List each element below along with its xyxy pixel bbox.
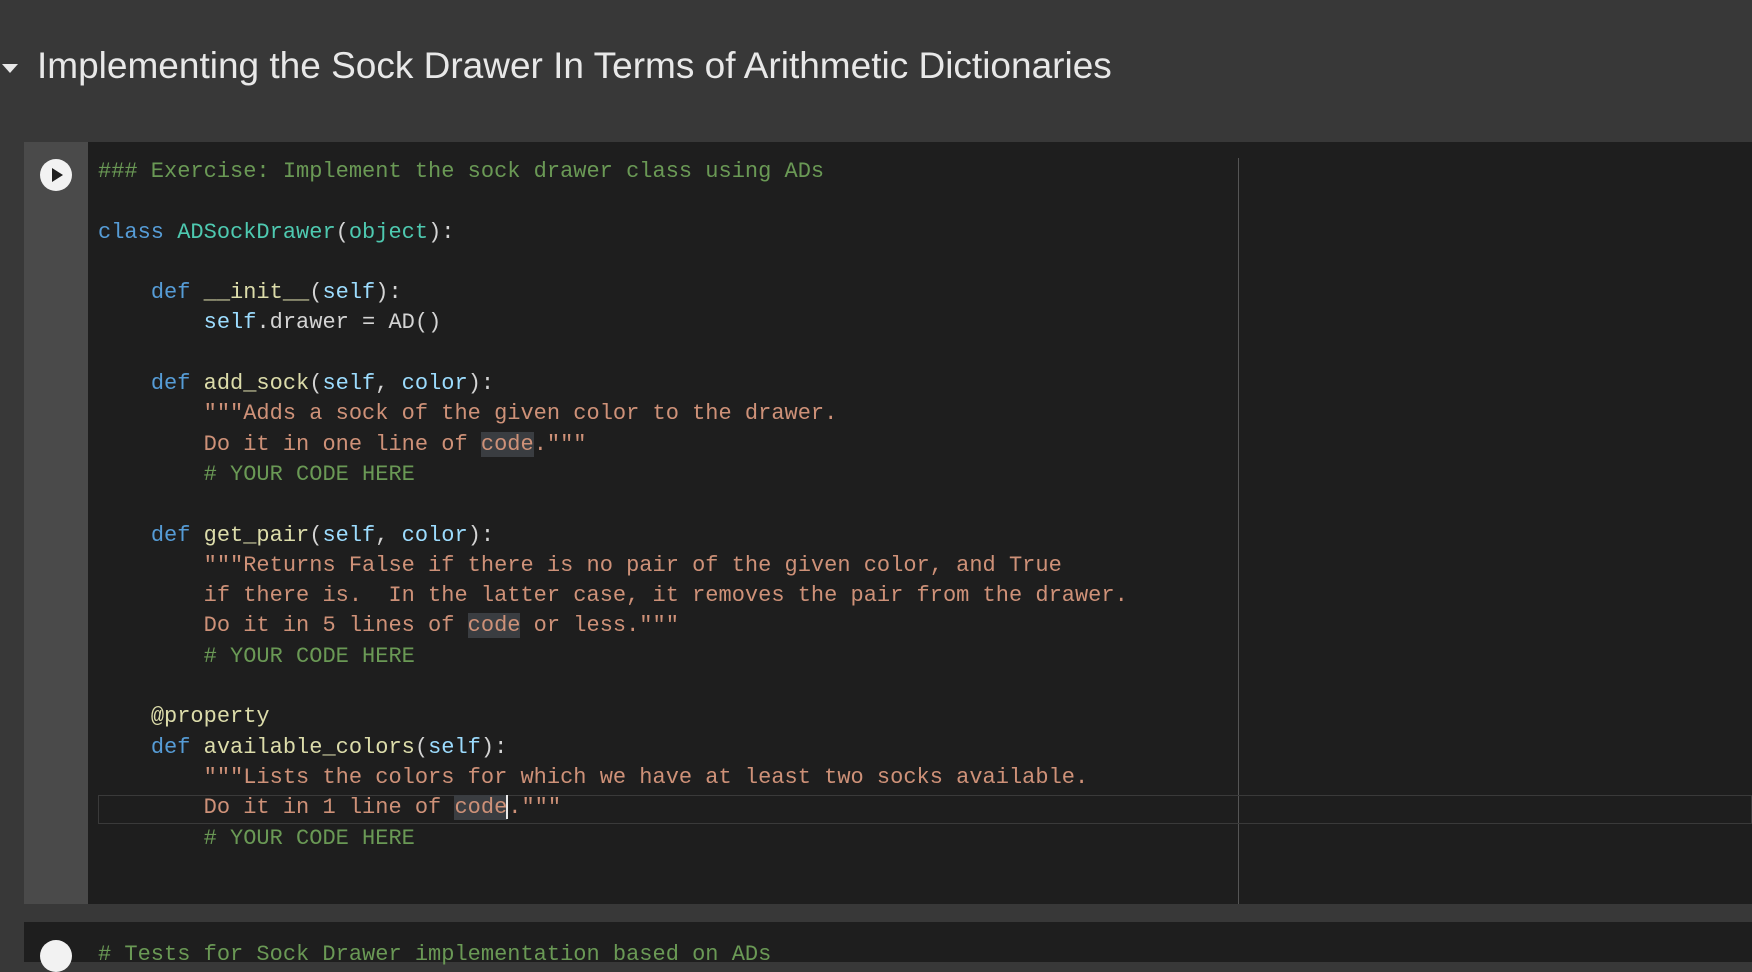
- code-line[interactable]: def add_sock(self, color):: [98, 369, 1128, 399]
- code-line[interactable]: [98, 187, 1128, 217]
- next-code-cell[interactable]: # Tests for Sock Drawer implementation b…: [24, 922, 1752, 972]
- code-lines[interactable]: ### Exercise: Implement the sock drawer …: [98, 157, 1128, 854]
- code-line[interactable]: Do it in 1 line of code.""": [98, 793, 1128, 823]
- code-line[interactable]: # YOUR CODE HERE: [98, 824, 1128, 854]
- code-line[interactable]: """Adds a sock of the given color to the…: [98, 399, 1128, 429]
- code-line[interactable]: self.drawer = AD(): [98, 308, 1128, 338]
- code-line[interactable]: [98, 672, 1128, 702]
- caret-down-icon[interactable]: [2, 64, 18, 73]
- code-editor[interactable]: ### Exercise: Implement the sock drawer …: [88, 142, 1752, 904]
- code-line[interactable]: # YOUR CODE HERE: [98, 642, 1128, 672]
- code-cell[interactable]: ### Exercise: Implement the sock drawer …: [24, 142, 1752, 904]
- code-line[interactable]: Do it in 5 lines of code or less.""": [98, 611, 1128, 641]
- code-line[interactable]: [98, 248, 1128, 278]
- code-line[interactable]: # YOUR CODE HERE: [98, 460, 1128, 490]
- code-line[interactable]: [98, 490, 1128, 520]
- code-line[interactable]: def get_pair(self, color):: [98, 521, 1128, 551]
- code-line[interactable]: [98, 339, 1128, 369]
- code-line[interactable]: @property: [98, 702, 1128, 732]
- code-line[interactable]: """Returns False if there is no pair of …: [98, 551, 1128, 581]
- code-line[interactable]: def available_colors(self):: [98, 733, 1128, 763]
- next-cell-first-line: # Tests for Sock Drawer implementation b…: [98, 942, 772, 967]
- cell-gutter: [24, 142, 88, 904]
- code-line[interactable]: Do it in one line of code.""": [98, 430, 1128, 460]
- section-title: Implementing the Sock Drawer In Terms of…: [37, 45, 1112, 86]
- line-length-ruler: [1238, 158, 1239, 904]
- play-icon[interactable]: [40, 940, 72, 972]
- code-line[interactable]: """Lists the colors for which we have at…: [98, 763, 1128, 793]
- code-line[interactable]: class ADSockDrawer(object):: [98, 218, 1128, 248]
- section-header: Implementing the Sock Drawer In Terms of…: [0, 0, 1752, 140]
- play-icon[interactable]: [40, 159, 72, 191]
- code-line[interactable]: def __init__(self):: [98, 278, 1128, 308]
- code-line[interactable]: if there is. In the latter case, it remo…: [98, 581, 1128, 611]
- code-line[interactable]: ### Exercise: Implement the sock drawer …: [98, 157, 1128, 187]
